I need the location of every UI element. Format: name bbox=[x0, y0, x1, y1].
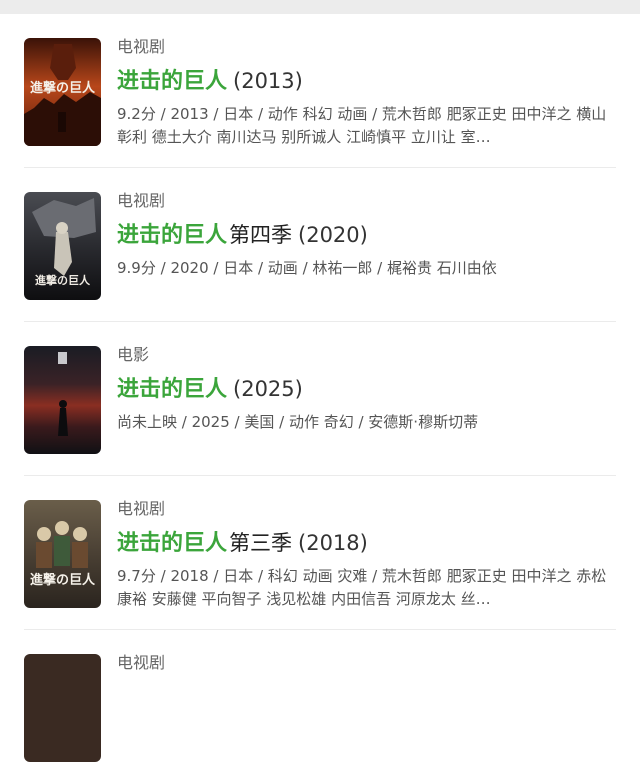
result-type: 电视剧 bbox=[117, 499, 166, 518]
result-item[interactable]: 电影 进击的巨人 (2025) 尚未上映 / 2025 / 美国 / 动作 奇幻 … bbox=[24, 322, 616, 476]
result-meta: 尚未上映 / 2025 / 美国 / 动作 奇幻 / 安德斯·穆斯切蒂 bbox=[117, 413, 479, 431]
result-item[interactable]: 進撃の巨人 电视剧 进击的巨人第三季 (2018) 9.7分 / 2018 / 日… bbox=[24, 476, 616, 630]
poster-image[interactable]: 進撃の巨人 bbox=[24, 192, 101, 300]
title-highlight[interactable]: 进击的巨人 bbox=[117, 531, 227, 556]
result-item[interactable]: 电视剧 bbox=[24, 630, 616, 784]
result-type: 电视剧 bbox=[117, 653, 166, 672]
poster-image[interactable]: 進撃の巨人 bbox=[24, 38, 101, 146]
result-info: 电视剧 bbox=[117, 652, 616, 674]
poster-title-text: 進撃の巨人 bbox=[30, 572, 96, 588]
result-meta: 9.9分 / 2020 / 日本 / 动画 / 林祐一郎 / 梶裕贵 石川由依 bbox=[117, 259, 497, 277]
result-title[interactable]: 进击的巨人第四季 (2020) bbox=[117, 218, 616, 252]
result-year: (2020) bbox=[298, 223, 368, 247]
poster-image[interactable] bbox=[24, 346, 101, 454]
top-bar bbox=[0, 0, 640, 14]
result-year: (2025) bbox=[233, 377, 303, 401]
result-title[interactable]: 进击的巨人 (2025) bbox=[117, 372, 616, 406]
title-highlight[interactable]: 进击的巨人 bbox=[117, 223, 227, 248]
result-title[interactable]: 进击的巨人 (2013) bbox=[117, 64, 616, 98]
title-rest[interactable]: 第四季 bbox=[229, 223, 292, 247]
result-type: 电视剧 bbox=[117, 191, 166, 210]
poster-title-text: 進撃の巨人 bbox=[35, 273, 91, 287]
result-type: 电影 bbox=[117, 345, 150, 364]
title-highlight[interactable]: 进击的巨人 bbox=[117, 377, 227, 402]
result-meta: 9.2分 / 2013 / 日本 / 动作 科幻 动画 / 荒木哲郎 肥冢正史 … bbox=[117, 105, 607, 146]
result-title[interactable]: 进击的巨人第三季 (2018) bbox=[117, 526, 616, 560]
result-info: 电视剧 进击的巨人第四季 (2020) 9.9分 / 2020 / 日本 / 动画… bbox=[117, 190, 616, 280]
poster-title-text: 進撃の巨人 bbox=[30, 80, 96, 96]
result-year: (2013) bbox=[233, 69, 303, 93]
result-item[interactable]: 進撃の巨人 电视剧 进击的巨人第四季 (2020) 9.9分 / 2020 / 日… bbox=[24, 168, 616, 322]
result-type: 电视剧 bbox=[117, 37, 166, 56]
title-highlight[interactable]: 进击的巨人 bbox=[117, 69, 227, 94]
result-meta: 9.7分 / 2018 / 日本 / 科幻 动画 灾难 / 荒木哲郎 肥冢正史 … bbox=[117, 567, 607, 608]
result-item[interactable]: 進撃の巨人 电视剧 进击的巨人 (2013) 9.2分 / 2013 / 日本 /… bbox=[24, 14, 616, 168]
result-info: 电视剧 进击的巨人第三季 (2018) 9.7分 / 2018 / 日本 / 科幻… bbox=[117, 498, 616, 611]
result-info: 电视剧 进击的巨人 (2013) 9.2分 / 2013 / 日本 / 动作 科幻… bbox=[117, 36, 616, 149]
title-rest[interactable]: 第三季 bbox=[229, 531, 292, 555]
poster-image[interactable] bbox=[24, 654, 101, 762]
result-year: (2018) bbox=[298, 531, 368, 555]
search-results-list: 進撃の巨人 电视剧 进击的巨人 (2013) 9.2分 / 2013 / 日本 /… bbox=[0, 14, 640, 784]
result-info: 电影 进击的巨人 (2025) 尚未上映 / 2025 / 美国 / 动作 奇幻 … bbox=[117, 344, 616, 434]
poster-image[interactable]: 進撃の巨人 bbox=[24, 500, 101, 608]
